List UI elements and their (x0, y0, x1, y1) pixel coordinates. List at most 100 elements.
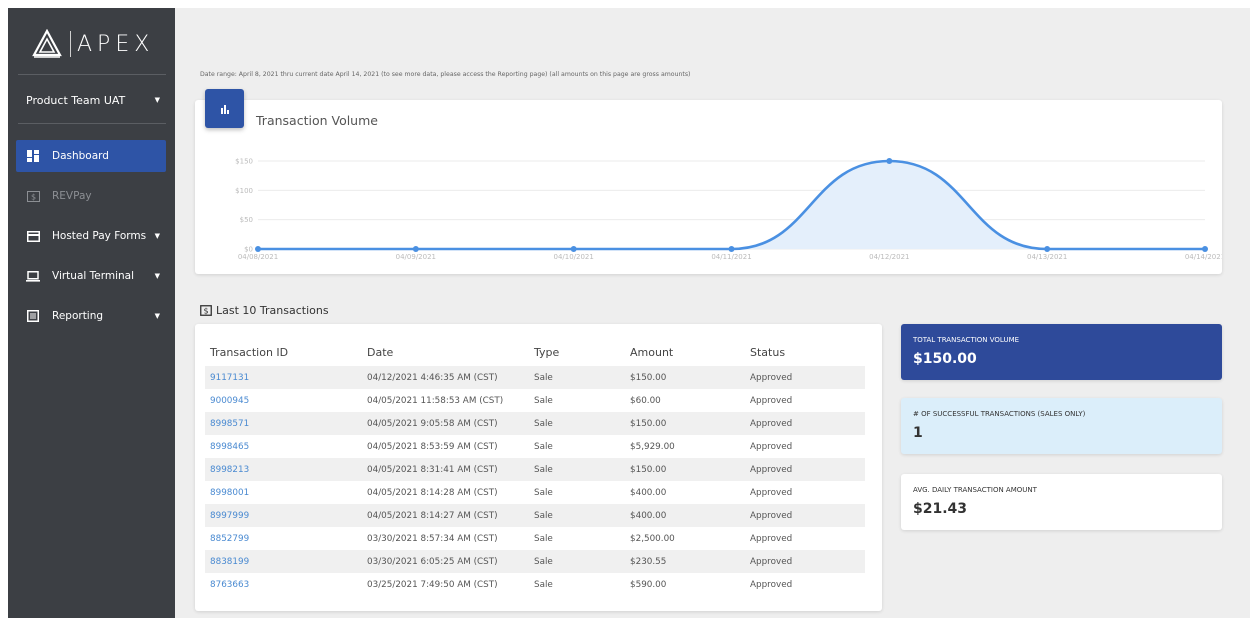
sidebar-item-dashboard[interactable]: Dashboard (16, 140, 166, 172)
transaction-date: 03/30/2021 6:05:25 AM (CST) (367, 556, 498, 567)
dashboard-icon (26, 149, 40, 163)
stat-label: TOTAL TRANSACTION VOLUME (913, 336, 1020, 344)
stat-label: # OF SUCCESSFUL TRANSACTIONS (SALES ONLY… (913, 410, 1086, 418)
stat-label: AVG. DAILY TRANSACTION AMOUNT (913, 486, 1037, 494)
report-icon (26, 309, 40, 323)
data-point[interactable] (412, 246, 419, 252)
transaction-status: Approved (750, 556, 793, 567)
transaction-status: Approved (750, 418, 793, 429)
transaction-id-link[interactable]: 8998571 (205, 412, 362, 435)
y-tick-label: $150 (235, 158, 253, 166)
transaction-type: Sale (534, 372, 553, 383)
transaction-amount: $400.00 (630, 487, 667, 498)
sidebar-item-hosted-pay-forms[interactable]: Hosted Pay Forms ▼ (16, 220, 166, 252)
column-header: Type (534, 345, 560, 359)
sidebar-item-label: Hosted Pay Forms (52, 230, 147, 242)
transaction-date: 03/30/2021 8:57:34 AM (CST) (367, 533, 498, 544)
data-point[interactable] (1202, 246, 1208, 252)
chevron-down-icon: ▼ (154, 96, 160, 104)
x-tick-label: 04/09/2021 (396, 253, 436, 261)
table-row: 9117131 04/12/2021 4:46:35 AM (CST) Sale $1… (205, 366, 865, 389)
x-tick-label: 04/11/2021 (711, 253, 751, 261)
data-point[interactable] (886, 158, 893, 164)
x-tick-label: 04/10/2021 (553, 253, 593, 261)
transaction-date: 04/12/2021 4:46:35 AM (CST) (367, 372, 498, 383)
transaction-type: Sale (534, 418, 553, 429)
transaction-type: Sale (534, 533, 553, 544)
revpay-icon: $ (26, 189, 40, 203)
data-point[interactable] (570, 246, 577, 252)
transaction-id-link[interactable]: 8997999 (205, 504, 362, 527)
transaction-status: Approved (750, 395, 793, 406)
transactions-heading-label: Last 10 Transactions (216, 304, 329, 317)
sidebar-item-revpay[interactable]: $ REVPay (16, 180, 166, 212)
apex-logo[interactable]: APEX (32, 26, 154, 62)
transaction-date: 04/05/2021 8:53:59 AM (CST) (367, 441, 498, 452)
brand-name: APEX (77, 31, 155, 57)
series-line (258, 159, 1205, 251)
transaction-type: Sale (534, 487, 553, 498)
transaction-amount: $400.00 (630, 510, 667, 521)
table-row: 8997999 04/05/2021 8:14:27 AM (CST) Sale $4… (205, 504, 865, 527)
transaction-type: Sale (534, 556, 553, 567)
avg-daily-amount-card: AVG. DAILY TRANSACTION AMOUNT $21.43 (901, 474, 1222, 530)
transaction-id-link[interactable]: 9117131 (205, 366, 362, 389)
logo-divider (70, 31, 71, 57)
column-header: Transaction ID (210, 345, 289, 359)
transaction-id-link[interactable]: 8852799 (205, 527, 362, 550)
transaction-id-link[interactable]: 9000945 (205, 389, 362, 412)
transaction-id-link[interactable]: 8838199 (205, 550, 362, 573)
transaction-amount: $150.00 (630, 418, 667, 429)
stat-value: $150.00 (913, 351, 977, 367)
transaction-id-link[interactable]: 8998213 (205, 458, 362, 481)
dollar-box-icon: $ (200, 304, 212, 317)
transaction-id-link[interactable]: 8763663 (205, 573, 362, 596)
transaction-date: 04/05/2021 8:14:27 AM (CST) (367, 510, 498, 521)
apex-logo-icon (32, 29, 62, 58)
table-row: 8763663 03/25/2021 7:49:50 AM (CST) Sale $5… (205, 573, 865, 596)
svg-text:$: $ (30, 192, 35, 201)
stat-value: $21.43 (913, 501, 968, 517)
credit-card-icon (26, 229, 40, 243)
table-row: 8998001 04/05/2021 8:14:28 AM (CST) Sale $4… (205, 481, 865, 504)
data-point[interactable] (728, 246, 735, 252)
chevron-down-icon: ▼ (154, 272, 160, 280)
data-point[interactable] (1044, 246, 1051, 252)
transaction-date: 03/25/2021 7:49:50 AM (CST) (367, 579, 498, 590)
transaction-amount: $590.00 (630, 579, 667, 590)
x-tick-label: 04/13/2021 (1027, 253, 1067, 261)
transactions-card: Transaction ID Date Type Amount Status 9… (195, 324, 882, 611)
transaction-amount: $150.00 (630, 464, 667, 475)
sidebar-divider (18, 74, 166, 75)
data-point[interactable] (255, 246, 261, 252)
transaction-amount: $230.55 (630, 556, 667, 567)
table-row: 8998571 04/05/2021 9:05:58 AM (CST) Sale $1… (205, 412, 865, 435)
chevron-down-icon: ▼ (154, 312, 160, 320)
sidebar-item-label: Virtual Terminal (52, 270, 135, 282)
transaction-id-link[interactable]: 8998465 (205, 435, 362, 458)
area-fill (258, 161, 1205, 249)
sidebar-item-virtual-terminal[interactable]: Virtual Terminal ▼ (16, 260, 166, 292)
x-tick-label: 04/14/2021 (1185, 253, 1222, 261)
chart-badge (205, 89, 244, 128)
transaction-type: Sale (534, 579, 553, 590)
transaction-type: Sale (534, 464, 553, 475)
transaction-date: 04/05/2021 8:31:41 AM (CST) (367, 464, 498, 475)
total-volume-card: TOTAL TRANSACTION VOLUME $150.00 (901, 324, 1222, 380)
y-tick-label: $100 (235, 187, 253, 195)
x-tick-label: 04/12/2021 (869, 253, 909, 261)
transactions-heading: $ Last 10 Transactions (200, 304, 329, 317)
transaction-id-link[interactable]: 8998001 (205, 481, 362, 504)
transaction-amount: $150.00 (630, 372, 667, 383)
svg-text:$: $ (203, 306, 208, 315)
transaction-date: 04/05/2021 8:14:28 AM (CST) (367, 487, 498, 498)
stat-value: 1 (913, 425, 923, 441)
sidebar-item-label: Dashboard (52, 150, 109, 162)
sidebar-item-reporting[interactable]: Reporting ▼ (16, 300, 166, 332)
table-row: 9000945 04/05/2021 11:58:53 AM (CST) Sale $… (205, 389, 865, 412)
transaction-amount: $2,500.00 (630, 533, 675, 544)
sidebar-divider (18, 123, 166, 124)
laptop-icon (26, 269, 40, 283)
team-selector[interactable]: Product Team UAT ▼ (18, 86, 166, 114)
sidebar-item-label: Reporting (52, 310, 104, 322)
